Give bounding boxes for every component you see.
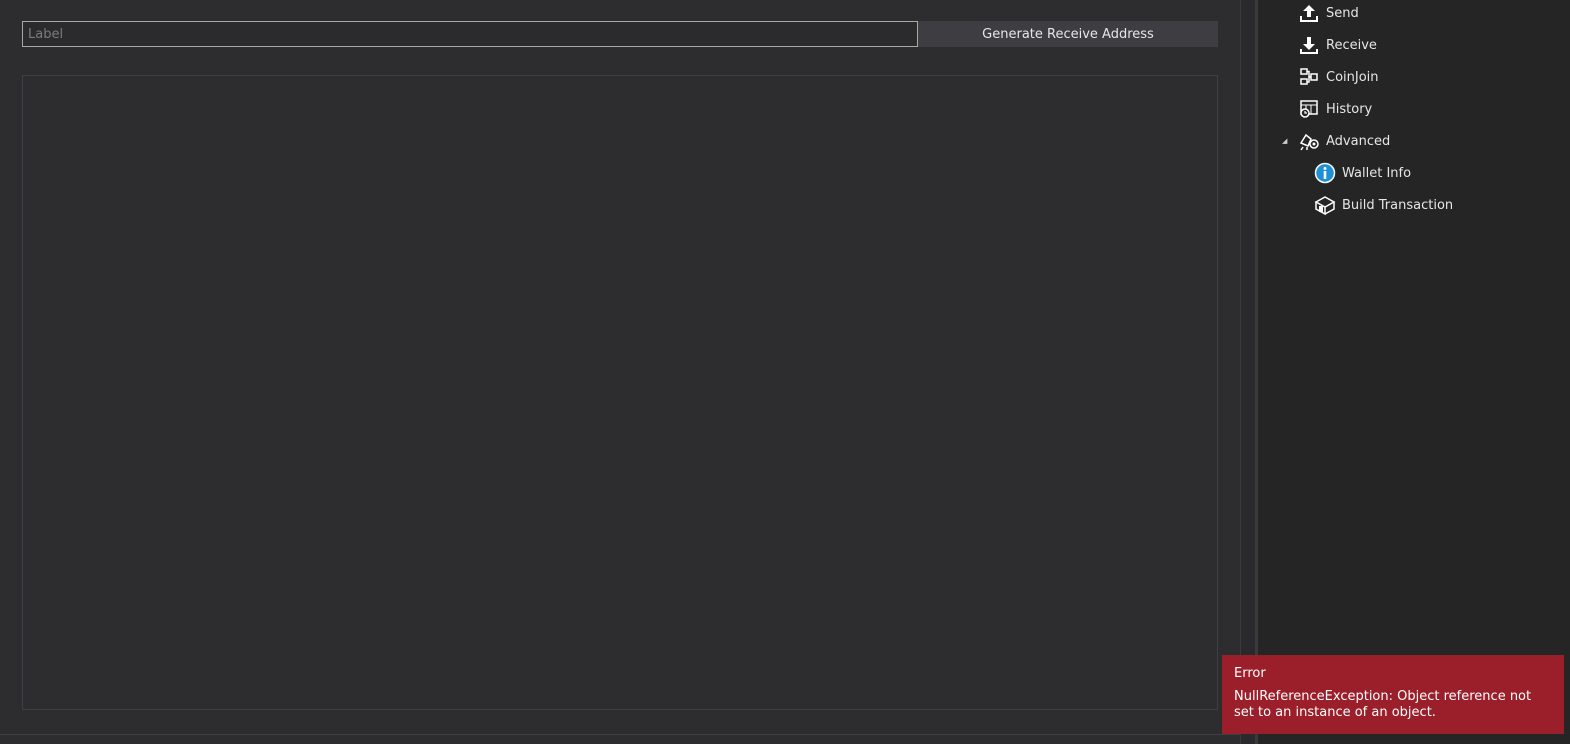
nav-label-advanced: Advanced <box>1326 133 1391 149</box>
nav-label-build-transaction: Build Transaction <box>1342 197 1454 213</box>
nav-item-wallet-info[interactable]: Wallet Info <box>1314 162 1411 184</box>
notification-message: NullReferenceException: Object reference… <box>1234 689 1532 720</box>
receive-tab: Generate Receive Address <box>0 0 1240 744</box>
nav-label-history: History <box>1326 101 1373 117</box>
nav-label-receive: Receive <box>1326 37 1377 53</box>
nav-label-send: Send <box>1326 5 1359 21</box>
nav-item-build-transaction[interactable]: Build Transaction <box>1314 194 1453 216</box>
nav-item-send[interactable]: Send <box>1298 2 1359 24</box>
coinjoin-icon <box>1298 66 1320 88</box>
error-notification[interactable]: Error NullReferenceException: Object ref… <box>1222 655 1564 734</box>
nav-item-advanced[interactable]: Advanced <box>1298 130 1390 152</box>
upload-arrow-icon <box>1298 2 1320 24</box>
expander-triangle-icon[interactable]: ◢ <box>1282 137 1290 145</box>
nav-item-receive[interactable]: Receive <box>1298 34 1377 56</box>
history-icon <box>1298 98 1320 120</box>
generate-receive-address-button[interactable]: Generate Receive Address <box>918 21 1218 47</box>
app-window: Generate Receive Address Send Receive <box>0 0 1570 744</box>
info-icon <box>1314 162 1336 184</box>
splitter-line <box>1255 0 1257 744</box>
download-arrow-icon <box>1298 34 1320 56</box>
receive-address-list[interactable] <box>22 75 1218 710</box>
divider <box>0 734 1240 735</box>
nav-item-history[interactable]: History <box>1298 98 1372 120</box>
nav-label-coinjoin: CoinJoin <box>1326 69 1379 85</box>
label-input[interactable] <box>22 21 918 47</box>
advanced-icon <box>1298 130 1320 152</box>
nav-item-coinjoin[interactable]: CoinJoin <box>1298 66 1379 88</box>
notification-title: Error <box>1234 666 1266 681</box>
build-transaction-icon <box>1314 194 1336 216</box>
nav-label-wallet-info: Wallet Info <box>1342 165 1412 181</box>
